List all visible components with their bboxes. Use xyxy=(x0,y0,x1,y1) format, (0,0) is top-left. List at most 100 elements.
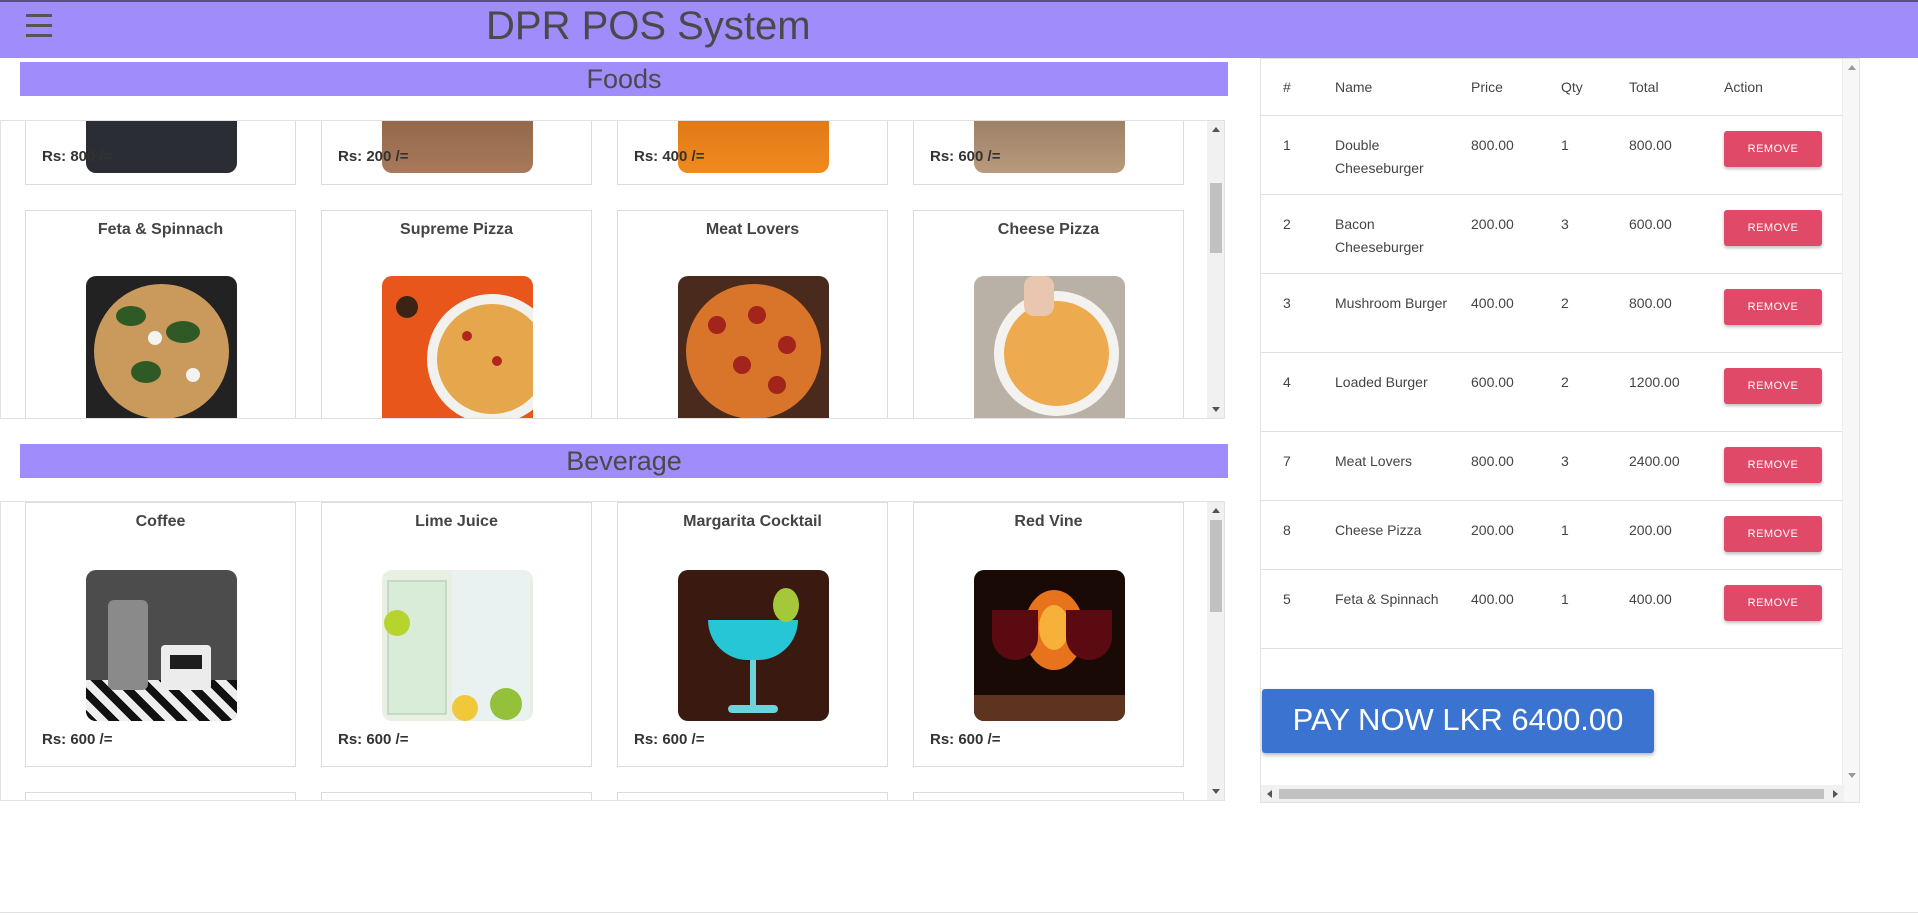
row-qty: 2 xyxy=(1539,273,1607,353)
hamburger-menu-icon[interactable] xyxy=(26,14,52,38)
beverage-vertical-scrollbar[interactable] xyxy=(1207,502,1224,800)
product-image xyxy=(678,570,829,721)
row-qty: 1 xyxy=(1539,115,1607,195)
product-image xyxy=(382,570,533,721)
row-qty: 2 xyxy=(1539,352,1607,432)
order-panel: # Name Price Qty Total Action 1 Double C… xyxy=(1260,58,1860,803)
scrollbar-thumb[interactable] xyxy=(1210,183,1222,253)
product-card[interactable]: Coffee Rs: 600 /= xyxy=(25,502,296,767)
row-number: 8 xyxy=(1261,500,1313,570)
scroll-down-arrow-icon[interactable] xyxy=(1212,407,1220,412)
product-card[interactable]: Supreme Pizza xyxy=(321,210,592,418)
remove-button[interactable]: REMOVE xyxy=(1724,130,1822,167)
scroll-down-arrow-icon[interactable] xyxy=(1848,773,1856,778)
row-price: 800.00 xyxy=(1449,431,1539,501)
product-card[interactable]: Rs: 200 /= xyxy=(321,121,592,185)
divider xyxy=(0,912,1918,913)
product-card[interactable]: Rs: 600 /= xyxy=(913,121,1184,185)
table-row: 4 Loaded Burger 600.00 2 1200.00 REMOVE xyxy=(1261,352,1844,432)
product-card[interactable] xyxy=(25,792,296,800)
scrollbar-thumb[interactable] xyxy=(1210,520,1222,612)
row-name: Loaded Burger xyxy=(1313,352,1449,432)
remove-button[interactable]: REMOVE xyxy=(1724,209,1822,246)
beverage-section-header: Beverage xyxy=(20,444,1228,478)
foods-vertical-scrollbar[interactable] xyxy=(1207,121,1224,418)
column-header-qty: Qty xyxy=(1539,59,1607,116)
product-price: Rs: 600 /= xyxy=(930,148,1001,165)
order-table: # Name Price Qty Total Action 1 Double C… xyxy=(1261,59,1844,649)
product-card[interactable]: Rs: 800 /= xyxy=(25,121,296,185)
product-name: Coffee xyxy=(135,513,186,530)
product-image xyxy=(86,570,237,721)
scrollbar-thumb[interactable] xyxy=(1279,789,1824,799)
row-number: 1 xyxy=(1261,115,1313,195)
product-card[interactable]: Meat Lovers xyxy=(617,210,888,418)
scroll-up-arrow-icon[interactable] xyxy=(1212,127,1220,132)
order-vertical-scrollbar[interactable] xyxy=(1842,59,1859,802)
product-card[interactable]: Cheese Pizza xyxy=(913,210,1184,418)
remove-button[interactable]: REMOVE xyxy=(1724,367,1822,404)
product-image xyxy=(86,121,237,173)
product-card[interactable]: Red Vine Rs: 600 /= xyxy=(913,502,1184,767)
row-number: 4 xyxy=(1261,352,1313,432)
product-name: Cheese Pizza xyxy=(997,221,1100,238)
row-number: 2 xyxy=(1261,194,1313,274)
product-image xyxy=(678,121,829,173)
product-price: Rs: 600 /= xyxy=(42,731,113,748)
foods-section-header: Foods xyxy=(20,62,1228,96)
remove-button[interactable]: REMOVE xyxy=(1724,584,1822,621)
product-card[interactable]: Feta & Spinnach xyxy=(25,210,296,418)
row-action: REMOVE xyxy=(1702,431,1844,501)
row-name: Feta & Spinnach xyxy=(1313,569,1449,649)
product-name: Red Vine xyxy=(1014,513,1083,530)
product-name: Margarita Cocktail xyxy=(683,513,822,530)
product-image xyxy=(382,121,533,173)
row-name: Mushroom Burger xyxy=(1313,273,1449,353)
product-image xyxy=(382,276,533,418)
product-price: Rs: 800 /= xyxy=(42,148,113,165)
pay-now-button[interactable]: PAY NOW LKR 6400.00 xyxy=(1262,689,1654,753)
row-total: 800.00 xyxy=(1607,273,1702,353)
row-price: 800.00 xyxy=(1449,115,1539,195)
product-image xyxy=(974,570,1125,721)
product-card[interactable]: Lime Juice Rs: 600 /= xyxy=(321,502,592,767)
row-total: 200.00 xyxy=(1607,500,1702,570)
row-qty: 1 xyxy=(1539,500,1607,570)
product-card[interactable] xyxy=(321,792,592,800)
product-card[interactable]: Margarita Cocktail Rs: 600 /= xyxy=(617,502,888,767)
row-qty: 3 xyxy=(1539,194,1607,274)
remove-button[interactable]: REMOVE xyxy=(1724,515,1822,552)
row-total: 1200.00 xyxy=(1607,352,1702,432)
scroll-up-arrow-icon[interactable] xyxy=(1848,65,1856,70)
app-header: DPR POS System xyxy=(0,0,1918,58)
row-price: 400.00 xyxy=(1449,273,1539,353)
product-price: Rs: 600 /= xyxy=(634,731,705,748)
scroll-left-arrow-icon[interactable] xyxy=(1267,790,1272,798)
product-price: Rs: 200 /= xyxy=(338,148,409,165)
row-price: 400.00 xyxy=(1449,569,1539,649)
row-number: 5 xyxy=(1261,569,1313,649)
product-card[interactable] xyxy=(913,792,1184,800)
scroll-down-arrow-icon[interactable] xyxy=(1212,789,1220,794)
product-card[interactable]: Rs: 400 /= xyxy=(617,121,888,185)
row-action: REMOVE xyxy=(1702,194,1844,274)
foods-product-grid[interactable]: Rs: 800 /= Rs: 200 /= Rs: 400 /= Rs: 600… xyxy=(0,120,1225,419)
order-horizontal-scrollbar[interactable] xyxy=(1261,785,1844,802)
product-name: Supreme Pizza xyxy=(400,221,513,238)
row-action: REMOVE xyxy=(1702,273,1844,353)
product-card[interactable] xyxy=(617,792,888,800)
row-qty: 1 xyxy=(1539,569,1607,649)
row-price: 200.00 xyxy=(1449,500,1539,570)
row-total: 600.00 xyxy=(1607,194,1702,274)
row-action: REMOVE xyxy=(1702,115,1844,195)
row-price: 600.00 xyxy=(1449,352,1539,432)
scroll-right-arrow-icon[interactable] xyxy=(1833,790,1838,798)
product-price: Rs: 400 /= xyxy=(634,148,705,165)
remove-button[interactable]: REMOVE xyxy=(1724,446,1822,483)
row-number: 7 xyxy=(1261,431,1313,501)
row-total: 2400.00 xyxy=(1607,431,1702,501)
scroll-up-arrow-icon[interactable] xyxy=(1212,508,1220,513)
table-row: 5 Feta & Spinnach 400.00 1 400.00 REMOVE xyxy=(1261,569,1844,649)
remove-button[interactable]: REMOVE xyxy=(1724,288,1822,325)
beverage-product-grid[interactable]: Coffee Rs: 600 /= Lime Juice Rs: 600 /= … xyxy=(0,501,1225,801)
